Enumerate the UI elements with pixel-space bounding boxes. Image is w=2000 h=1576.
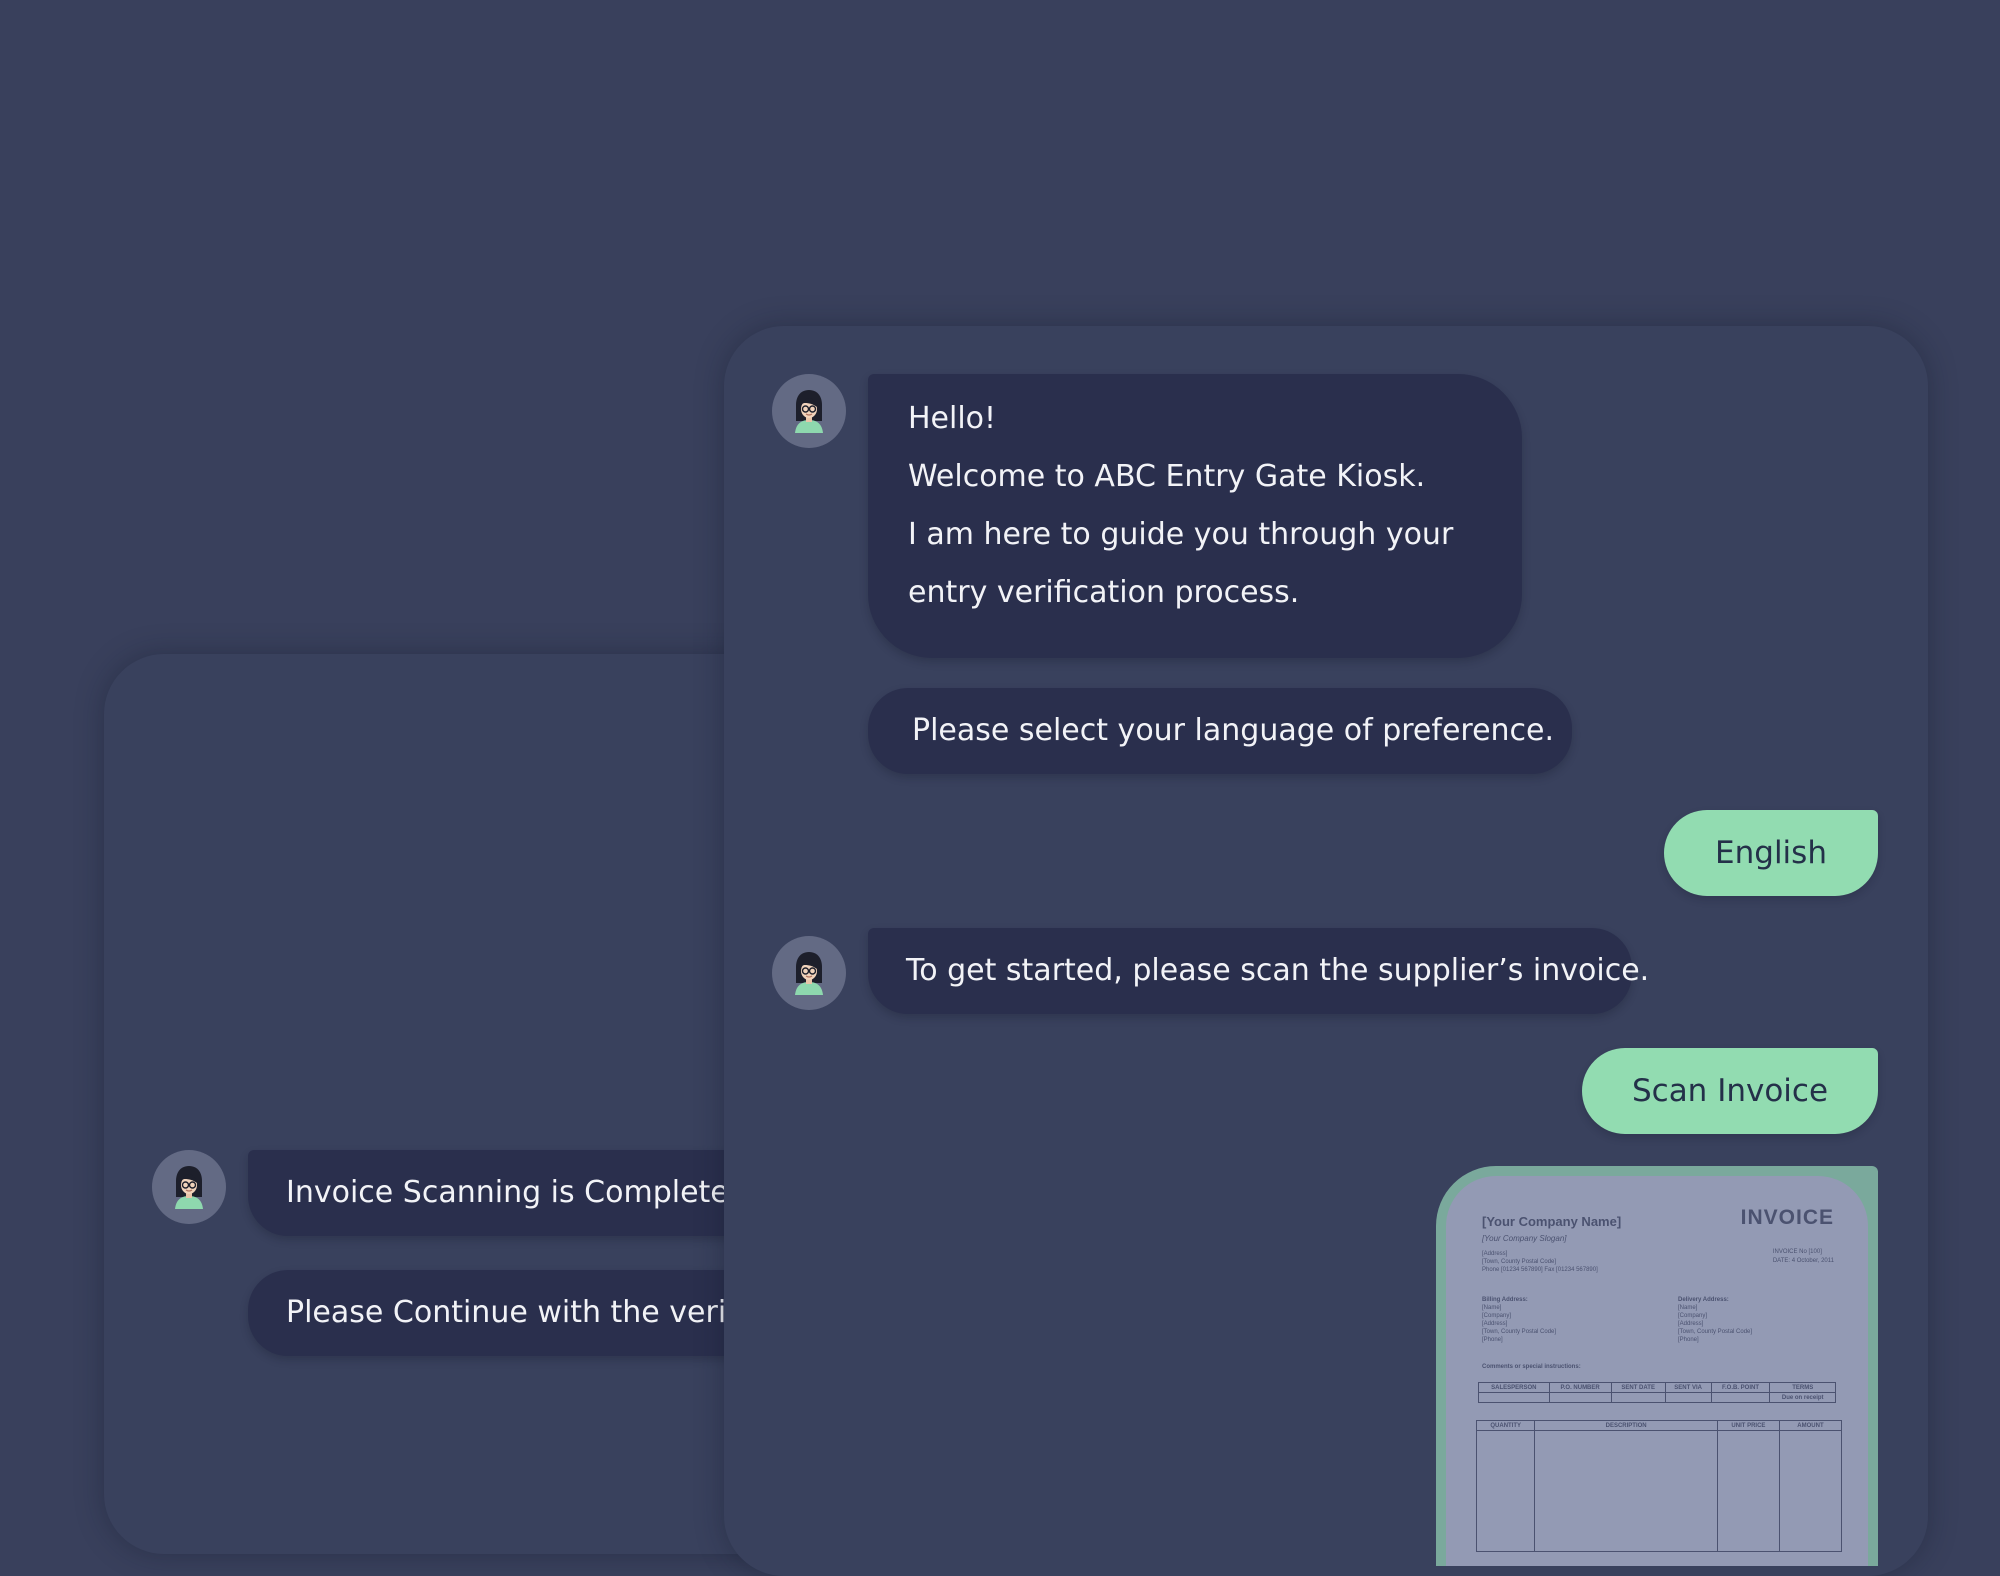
order-column-header: SENT VIA [1664, 1382, 1712, 1393]
billing-line: [Phone] [1482, 1337, 1503, 1343]
order-cell [1710, 1392, 1771, 1403]
order-column-header: SENT DATE [1610, 1382, 1666, 1393]
scan-invoice-button[interactable]: Scan Invoice [1582, 1048, 1878, 1134]
greeting-line: entry verification process. [908, 575, 1300, 610]
order-cell [1478, 1392, 1550, 1403]
invoice-date: DATE: 4 October, 2011 [1772, 1258, 1834, 1264]
address-line: [Address] [1482, 1251, 1508, 1257]
billing-line: [Town, County Postal Code] [1482, 1329, 1557, 1335]
invoice-company-address: [Address] [Town, County Postal Code] Pho… [1482, 1250, 1598, 1274]
invoice-company-name: [Your Company Name] [1482, 1214, 1622, 1229]
invoice-comments-label: Comments or special instructions: [1482, 1364, 1581, 1370]
items-column-header: DESCRIPTION [1534, 1420, 1718, 1431]
order-column-header: P.O. NUMBER [1548, 1382, 1612, 1393]
address-line: [Town, County Postal Code] [1482, 1259, 1557, 1265]
billing-line: [Company] [1482, 1313, 1512, 1319]
bot-greeting-message: Hello! Welcome to ABC Entry Gate Kiosk. … [868, 374, 1522, 658]
chat-panel: Hello! Welcome to ABC Entry Gate Kiosk. … [724, 326, 1928, 1576]
items-cell [1475, 1430, 1536, 1552]
invoice-order-table: SALESPERSON P.O. NUMBER SENT DATE SENT V… [1478, 1382, 1836, 1403]
address-line: Phone [01234 567890] Fax [01234 567890] [1482, 1267, 1598, 1273]
order-column-header: TERMS [1769, 1382, 1836, 1393]
order-column-header: F.O.B. POINT [1710, 1382, 1771, 1393]
billing-heading: Billing Address: [1482, 1297, 1528, 1303]
items-cell [1534, 1430, 1718, 1552]
assistant-avatar [152, 1150, 226, 1224]
delivery-heading: Delivery Address: [1678, 1297, 1729, 1303]
english-language-button[interactable]: English [1664, 810, 1878, 896]
scanned-invoice-preview[interactable]: [Your Company Name] [Your Company Slogan… [1436, 1166, 1878, 1566]
order-cell [1664, 1392, 1712, 1403]
order-cell [1548, 1392, 1612, 1403]
greeting-line: I am here to guide you through your [908, 517, 1454, 552]
order-cell: Due on receipt [1769, 1392, 1836, 1403]
invoice-title: INVOICE [1740, 1206, 1834, 1229]
items-column-header: AMOUNT [1778, 1420, 1843, 1431]
bot-message: Please select your language of preferenc… [868, 688, 1572, 774]
bot-message: To get started, please scan the supplier… [868, 928, 1650, 1014]
invoice-company-slogan: [Your Company Slogan] [1482, 1234, 1567, 1243]
assistant-avatar [772, 936, 846, 1010]
language-prompt-text: Please select your language of preferenc… [912, 713, 1555, 748]
delivery-line: [Address] [1678, 1321, 1704, 1327]
invoice-meta: INVOICE No [100] DATE: 4 October, 2011 [1773, 1248, 1834, 1266]
items-column-header: UNIT PRICE [1716, 1420, 1780, 1431]
greeting-line: Welcome to ABC Entry Gate Kiosk. [908, 459, 1426, 494]
assistant-avatar [772, 374, 846, 448]
assistant-avatar-icon [795, 390, 823, 433]
assistant-avatar-icon [175, 1166, 203, 1209]
invoice-document: [Your Company Name] [Your Company Slogan… [1446, 1176, 1868, 1566]
order-cell [1610, 1392, 1666, 1403]
delivery-line: [Company] [1678, 1313, 1708, 1319]
invoice-billing-address: Billing Address: [Name] [Company] [Addre… [1482, 1296, 1556, 1344]
assistant-avatar-icon [795, 952, 823, 995]
items-cell [1716, 1430, 1780, 1552]
delivery-line: [Name] [1678, 1305, 1698, 1311]
items-column-header: QUANTITY [1475, 1420, 1536, 1431]
billing-line: [Address] [1482, 1321, 1508, 1327]
invoice-delivery-address: Delivery Address: [Name] [Company] [Addr… [1678, 1296, 1752, 1344]
scan-prompt-text: To get started, please scan the supplier… [906, 953, 1650, 988]
delivery-line: [Town, County Postal Code] [1678, 1329, 1753, 1335]
items-cell [1778, 1430, 1843, 1552]
order-column-header: SALESPERSON [1478, 1382, 1550, 1393]
invoice-items-table: QUANTITY DESCRIPTION UNIT PRICE AMOUNT [1475, 1420, 1843, 1552]
greeting-line: Hello! [908, 401, 997, 436]
billing-line: [Name] [1482, 1305, 1502, 1311]
invoice-number: INVOICE No [100] [1772, 1249, 1822, 1255]
delivery-line: [Phone] [1678, 1337, 1699, 1343]
